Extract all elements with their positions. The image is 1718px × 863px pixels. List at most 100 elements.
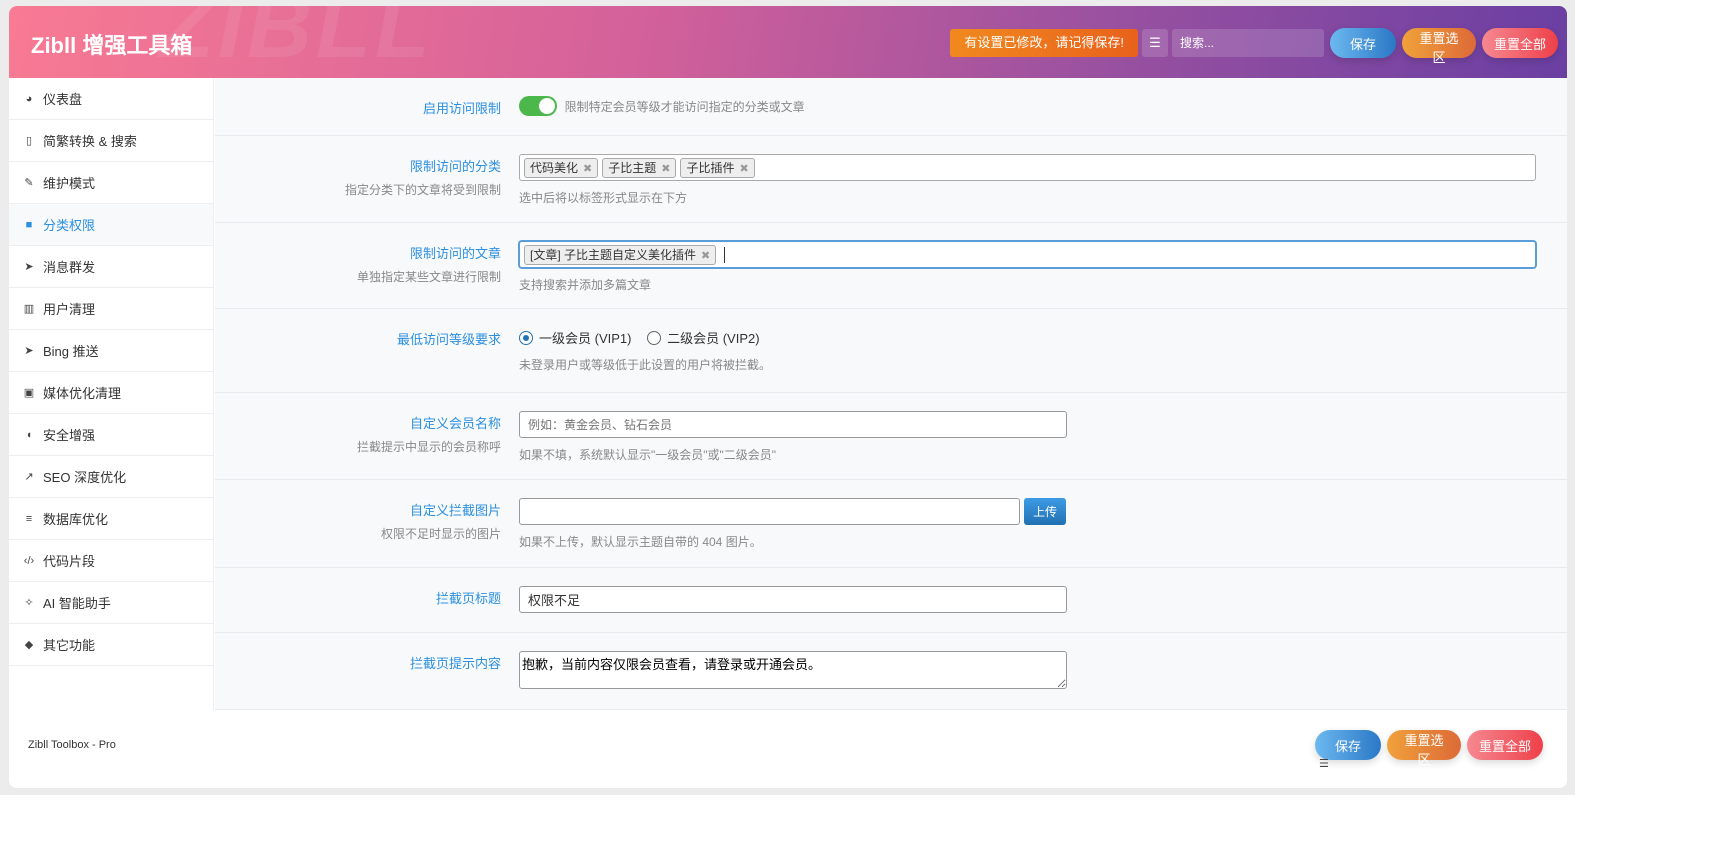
sidebar-item[interactable]: ◕ 仪表盘 [9, 78, 213, 120]
row-enable: 启用访问限制 限制特定会员等级才能访问指定的分类或文章 [215, 78, 1567, 136]
footer-reset-all-button[interactable]: 重置全部 [1467, 730, 1543, 760]
field-label: 自定义拦截图片 [409, 503, 501, 518]
database-icon: ≡ [25, 512, 33, 525]
sidebar-item[interactable]: ■ 分类权限 [9, 204, 213, 246]
page-content-textarea[interactable]: 抱歉，当前内容仅限会员查看，请登录或开通会员。 [519, 651, 1067, 689]
row-level: 最低访问等级要求 一级会员 (VIP1) 二级会员 (VIP2) 未登录用户或等… [215, 309, 1567, 393]
remove-icon[interactable]: ✖ [661, 163, 670, 175]
sidebar-item-label: Bing 推送 [43, 344, 99, 359]
field-description: 限制特定会员等级才能访问指定的分类或文章 [564, 99, 805, 114]
tag: 子比主题 ✖ [602, 157, 677, 178]
sidebar-item[interactable]: ▣ 媒体优化清理 [9, 372, 213, 414]
save-button[interactable]: 保存 [1330, 28, 1396, 58]
sidebar-item[interactable]: ◆ 其它功能 [9, 624, 213, 666]
footer-text: Zibll Toolbox - Pro [28, 739, 116, 751]
sidebar-item-label: 简繁转换 & 搜索 [43, 134, 137, 149]
radio-label: 二级会员 (VIP2) [667, 331, 760, 346]
image-url-input[interactable] [519, 498, 1020, 525]
sidebar-item[interactable]: ◖ 安全增强 [9, 414, 213, 456]
header-watermark: ZIBLL [159, 6, 434, 77]
help-text: 如果不上传，默认显示主题自带的 404 图片。 [519, 535, 762, 549]
translate-icon: ▯ [25, 135, 33, 147]
sidebar-item-label: 数据库优化 [43, 512, 109, 527]
row-member-name: 自定义会员名称拦截提示中显示的会员称呼 如果不填，系统默认显示"一级会员"或"二… [215, 393, 1567, 480]
page-background: ZIBLL Zibll 增强工具箱 有设置已修改，请记得保存! ☰ 保存 重置选… [0, 0, 1575, 795]
cubes-icon: ◆ [24, 639, 34, 651]
page-title-input[interactable] [519, 586, 1067, 613]
tag-label: 代码美化 [530, 160, 579, 175]
help-text: 选中后将以标签形式显示在下方 [519, 191, 688, 205]
footer-save-button[interactable]: 保存 [1315, 730, 1381, 760]
categories-select[interactable]: 代码美化 ✖ 子比主题 ✖ 子比插件 ✖ [519, 154, 1536, 181]
sidebar-item[interactable]: ▥ 用户清理 [9, 288, 213, 330]
lock-icon: ■ [25, 218, 33, 231]
sidebar-item-label: 安全增强 [43, 428, 96, 443]
wrench-icon: ✎ [24, 177, 34, 189]
radio-vip1[interactable]: 一级会员 (VIP1) [519, 328, 631, 347]
help-text: 未登录用户或等级低于此设置的用户将被拦截。 [519, 357, 772, 372]
enable-toggle[interactable] [519, 96, 557, 116]
send-icon: ➤ [24, 345, 34, 357]
radio-button[interactable] [519, 330, 533, 345]
field-sublabel: 拦截提示中显示的会员称呼 [356, 440, 501, 454]
image-icon: ▣ [23, 387, 35, 399]
row-page-title: 拦截页标题 [215, 568, 1567, 633]
field-label: 启用访问限制 [422, 101, 501, 116]
sidebar-item[interactable]: ➤ Bing 推送 [9, 330, 213, 372]
reset-all-button[interactable]: 重置全部 [1482, 28, 1558, 58]
field-label: 限制访问的分类 [409, 159, 501, 174]
field-sublabel: 单独指定某些文章进行限制 [356, 270, 501, 284]
sidebar-item-label: 消息群发 [43, 260, 96, 275]
shield-icon: ◖ [25, 428, 33, 441]
field-label: 限制访问的文章 [409, 246, 501, 261]
sidebar-item[interactable]: ≡ 数据库优化 [9, 498, 213, 540]
sidebar-item-label: 仪表盘 [43, 92, 83, 107]
field-sublabel: 权限不足时显示的图片 [380, 527, 501, 541]
chart-line-icon: ↗ [24, 471, 34, 483]
remove-icon[interactable]: ✖ [701, 250, 710, 262]
remove-icon[interactable]: ✖ [583, 163, 592, 175]
tag-label: 子比插件 [686, 160, 735, 175]
sidebar: ◕ 仪表盘 ▯ 简繁转换 & 搜索 ✎ 维护模式 ■ 分类权限 ➤ 消息群发 ▥ 用户清理 ➤ Bing … [9, 78, 214, 710]
tag: 子比插件 ✖ [680, 157, 755, 178]
dashboard-icon: ◕ [25, 92, 33, 105]
upload-button[interactable]: 上传 [1024, 498, 1066, 525]
sidebar-item[interactable]: ↗ SEO 深度优化 [9, 456, 213, 498]
sidebar-item-label: 维护模式 [43, 176, 96, 191]
field-label: 拦截页提示内容 [409, 656, 501, 671]
radio-button[interactable] [647, 330, 662, 345]
field-sublabel: 指定分类下的文章将受到限制 [344, 183, 501, 197]
tag-label: 子比主题 [608, 160, 657, 175]
radio-vip2[interactable]: 二级会员 (VIP2) [647, 328, 760, 347]
field-label: 拦截页标题 [435, 591, 501, 606]
tag-label: [文章] 子比主题自定义美化插件 [530, 247, 697, 262]
row-image: 自定义拦截图片权限不足时显示的图片 上传 如果不上传，默认显示主题自带的 404… [215, 480, 1567, 568]
posts-select[interactable]: [文章] 子比主题自定义美化插件 ✖ [519, 241, 1536, 268]
radio-label: 一级会员 (VIP1) [539, 331, 632, 346]
help-text: 支持搜索并添加多篇文章 [519, 278, 652, 292]
sidebar-item-label: SEO 深度优化 [43, 470, 127, 485]
remove-icon[interactable]: ✖ [739, 163, 748, 175]
send-icon: ➤ [24, 261, 34, 273]
footer-reset-section-button[interactable]: 重置选区 [1387, 730, 1461, 767]
text-cursor [724, 246, 726, 263]
row-posts: 限制访问的文章单独指定某些文章进行限制 [文章] 子比主题自定义美化插件 ✖ 支持… [215, 223, 1567, 309]
sidebar-item[interactable]: ✎ 维护模式 [9, 162, 213, 204]
row-categories: 限制访问的分类指定分类下的文章将受到限制 代码美化 ✖ 子比主题 ✖ 子比插件 ✖ 选… [215, 136, 1567, 223]
search-input[interactable] [1172, 29, 1324, 57]
code-icon: ‹/› [23, 554, 35, 567]
expand-all-icon[interactable]: ☰ [1319, 757, 1329, 770]
expand-all-icon[interactable]: ☰ [1142, 29, 1168, 57]
sidebar-item[interactable]: ✧ AI 智能助手 [9, 582, 213, 624]
sidebar-item-label: 媒体优化清理 [43, 386, 122, 401]
member-name-input[interactable] [519, 411, 1067, 438]
sidebar-item-label: 用户清理 [43, 302, 96, 317]
sidebar-item[interactable]: ▯ 简繁转换 & 搜索 [9, 120, 213, 162]
row-page-content: 拦截页提示内容 抱歉，当前内容仅限会员查看，请登录或开通会员。 [215, 633, 1567, 710]
unsaved-notice: 有设置已修改，请记得保存! [950, 29, 1138, 57]
sidebar-item[interactable]: ➤ 消息群发 [9, 246, 213, 288]
tag: 代码美化 ✖ [524, 157, 599, 178]
header: ZIBLL Zibll 增强工具箱 有设置已修改，请记得保存! ☰ 保存 重置选… [9, 6, 1567, 78]
reset-section-button[interactable]: 重置选区 [1402, 28, 1476, 65]
sidebar-item[interactable]: ‹/› 代码片段 [9, 540, 213, 582]
